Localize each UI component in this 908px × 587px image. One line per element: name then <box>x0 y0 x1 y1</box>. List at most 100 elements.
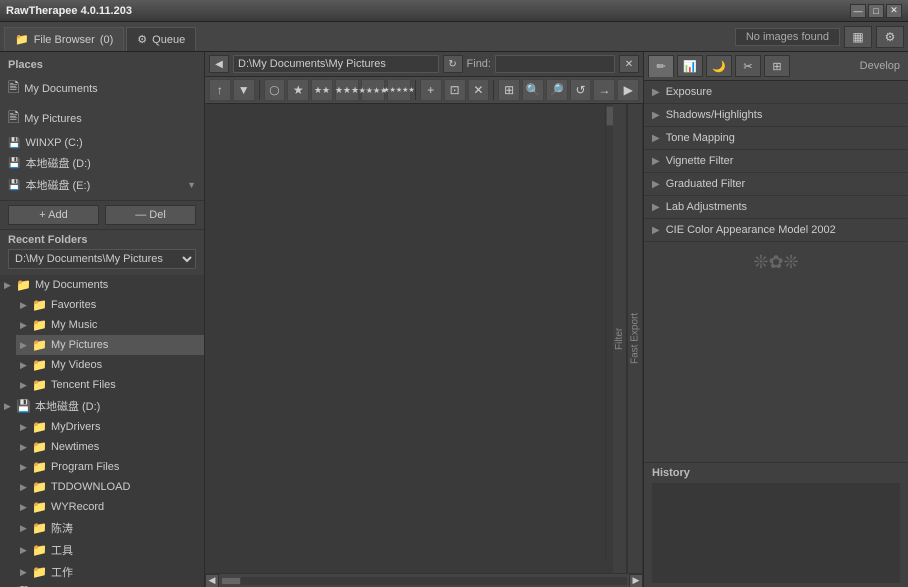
place-drive-c[interactable]: 💾 WINXP (C:) <box>0 134 204 152</box>
folder-tree[interactable]: ▶📁My Documents▶📁Favorites▶📁My Music▶📁My … <box>0 275 204 587</box>
place-my-pictures[interactable]: 🖹 My Pictures <box>0 104 204 134</box>
tree-item[interactable]: ▶📁陈涛 <box>16 517 204 539</box>
tree-item[interactable]: ▶📁My Pictures <box>16 335 204 355</box>
panel-graduated-filter[interactable]: ▶ Graduated Filter <box>644 173 908 196</box>
dev-tab-raw[interactable]: ⊞ <box>764 55 790 77</box>
grid-view-button[interactable]: ▦ <box>844 26 872 48</box>
place-drive-e[interactable]: 💾 本地磁盘 (E:) ▼ <box>0 174 204 196</box>
refresh-button[interactable]: ↻ <box>443 55 463 73</box>
tree-item[interactable]: ▶📁Newtimes <box>16 437 204 457</box>
folder-icon: 📁 <box>32 480 47 494</box>
tree-item[interactable]: ▶📁工具 <box>16 539 204 561</box>
go-up-button[interactable]: ↑ <box>209 79 231 101</box>
places-buttons: + Add — Del <box>0 200 204 230</box>
panels-list: ▶ Exposure ▶ Shadows/Highlights ▶ Tone M… <box>644 81 908 462</box>
rotate-left-button[interactable]: ↺ <box>570 79 592 101</box>
add-button[interactable]: + <box>420 79 442 101</box>
close-button[interactable]: ✕ <box>886 4 902 18</box>
content-toolbar: ↑ ▼ ◯ ★ ★★ ★★★ ★★★★ ★★★★★ + ⊡ ✕ ⊞ 🔍 🔎 ↺ … <box>205 77 643 104</box>
hscroll-left-button[interactable]: ◀ <box>205 574 219 587</box>
place-my-documents[interactable]: 🖹 My Documents <box>0 74 204 104</box>
star4-button[interactable]: ★★★★ <box>361 79 385 101</box>
tree-drive-d[interactable]: ▶💾本地磁盘 (D:)▶📁MyDrivers▶📁Newtimes▶📁Progra… <box>0 395 204 583</box>
tree-item[interactable]: ▶📁My Music <box>16 315 204 335</box>
panel-cie-arrow: ▶ <box>652 225 660 236</box>
tree-row-drive-d[interactable]: ▶💾本地磁盘 (D:) <box>0 395 204 417</box>
zoom-out-button[interactable]: 🔎 <box>546 79 568 101</box>
hscroll-track[interactable] <box>221 577 627 585</box>
find-clear-button[interactable]: ✕ <box>619 55 639 73</box>
delete-button[interactable]: ✕ <box>468 79 490 101</box>
file-area[interactable] <box>205 104 613 573</box>
panel-shadows-highlights[interactable]: ▶ Shadows/Highlights <box>644 104 908 127</box>
folder-icon: 📁 <box>15 33 29 46</box>
path-input[interactable] <box>233 55 439 73</box>
tree-item[interactable]: ▶📁MyDrivers <box>16 417 204 437</box>
tree-item[interactable]: ▶📁Favorites <box>16 295 204 315</box>
expand-arrow: ▶ <box>20 545 32 556</box>
panel-lab-adjustments[interactable]: ▶ Lab Adjustments <box>644 196 908 219</box>
dev-tab-exposure[interactable]: ✏ <box>648 55 674 77</box>
vscroll-thumb[interactable] <box>606 106 613 126</box>
crop-button[interactable]: ⊡ <box>444 79 466 101</box>
recent-folders-title: Recent Folders <box>8 234 196 246</box>
place-drive-c-label: WINXP (C:) <box>25 137 82 149</box>
folder-icon: 📁 <box>32 298 47 312</box>
path-back-button[interactable]: ◀ <box>209 55 229 73</box>
fast-export-label: Fast Export <box>630 313 641 364</box>
hscroll-right-button[interactable]: ▶ <box>629 574 643 587</box>
path-bar: ◀ ↻ Find: ✕ <box>205 52 643 77</box>
panel-tone-mapping[interactable]: ▶ Tone Mapping <box>644 127 908 150</box>
dev-tab-transform[interactable]: ✂ <box>735 55 761 77</box>
tree-item[interactable]: ▶📁My Videos <box>16 355 204 375</box>
next-button[interactable]: ▶ <box>617 79 639 101</box>
zoom-fit-button[interactable]: ⊞ <box>498 79 520 101</box>
expand-arrow: ▶ <box>20 380 32 391</box>
expand-arrow: ▶ <box>20 360 32 371</box>
minimize-button[interactable]: — <box>850 4 866 18</box>
find-input[interactable] <box>495 55 615 73</box>
tab-queue[interactable]: ⚙ Queue <box>126 27 196 51</box>
tree-item-drive[interactable]: ▶💾E:\ <box>0 583 204 587</box>
panel-lab-label: Lab Adjustments <box>666 201 747 213</box>
star-none-button[interactable]: ◯ <box>264 79 286 101</box>
star1-button[interactable]: ★ <box>287 79 309 101</box>
panel-tone-arrow: ▶ <box>652 133 660 144</box>
tree-row-my-documents[interactable]: ▶📁My Documents <box>0 275 204 295</box>
panel-cie[interactable]: ▶ CIE Color Appearance Model 2002 <box>644 219 908 242</box>
hscroll-thumb[interactable] <box>221 577 241 585</box>
place-drive-d[interactable]: 💾 本地磁盘 (D:) <box>0 152 204 174</box>
expand-arrow: ▶ <box>20 502 32 513</box>
panel-graduated-label: Graduated Filter <box>666 178 745 190</box>
tree-item[interactable]: ▶📁工作 <box>16 561 204 583</box>
filter-button[interactable]: ▼ <box>233 79 255 101</box>
vertical-scrollbar[interactable] <box>605 104 613 559</box>
tree-item[interactable]: ▶📁WYRecord <box>16 497 204 517</box>
panel-vignette-filter[interactable]: ▶ Vignette Filter <box>644 150 908 173</box>
tree-label: 陈涛 <box>51 520 73 536</box>
tree-item[interactable]: ▶📁Tencent Files <box>16 375 204 395</box>
fast-export-strip[interactable]: Fast Export <box>627 104 643 573</box>
tree-item[interactable]: ▶📁TDDOWNLOAD <box>16 477 204 497</box>
filter-strip[interactable]: Filter <box>613 104 627 573</box>
recent-folders-select[interactable]: D:\My Documents\My Pictures <box>8 249 196 269</box>
places-section: Places 🖹 My Documents 🖹 My Pictures 💾 WI… <box>0 52 204 200</box>
tree-item-my-documents[interactable]: ▶📁My Documents▶📁Favorites▶📁My Music▶📁My … <box>0 275 204 395</box>
tab-file-browser[interactable]: 📁 File Browser (0) <box>4 27 124 51</box>
star2-button[interactable]: ★★ <box>311 79 333 101</box>
zoom-in-button[interactable]: 🔍 <box>522 79 544 101</box>
export-button[interactable]: → <box>593 79 615 101</box>
expand-arrow: ▶ <box>20 482 32 493</box>
star3-button[interactable]: ★★★ <box>335 79 359 101</box>
dev-tab-advanced[interactable]: 🌙 <box>706 55 732 77</box>
star5-button[interactable]: ★★★★★ <box>387 79 411 101</box>
maximize-button[interactable]: □ <box>868 4 884 18</box>
dev-tab-color[interactable]: 📊 <box>677 55 703 77</box>
add-place-button[interactable]: + Add <box>8 205 99 225</box>
panel-exposure[interactable]: ▶ Exposure <box>644 81 908 104</box>
expand-arrow: ▶ <box>20 442 32 453</box>
del-place-button[interactable]: — Del <box>105 205 196 225</box>
settings-button[interactable]: ⚙ <box>876 26 904 48</box>
horizontal-scrollbar[interactable]: ◀ ▶ <box>205 573 643 587</box>
tree-item[interactable]: ▶📁Program Files <box>16 457 204 477</box>
